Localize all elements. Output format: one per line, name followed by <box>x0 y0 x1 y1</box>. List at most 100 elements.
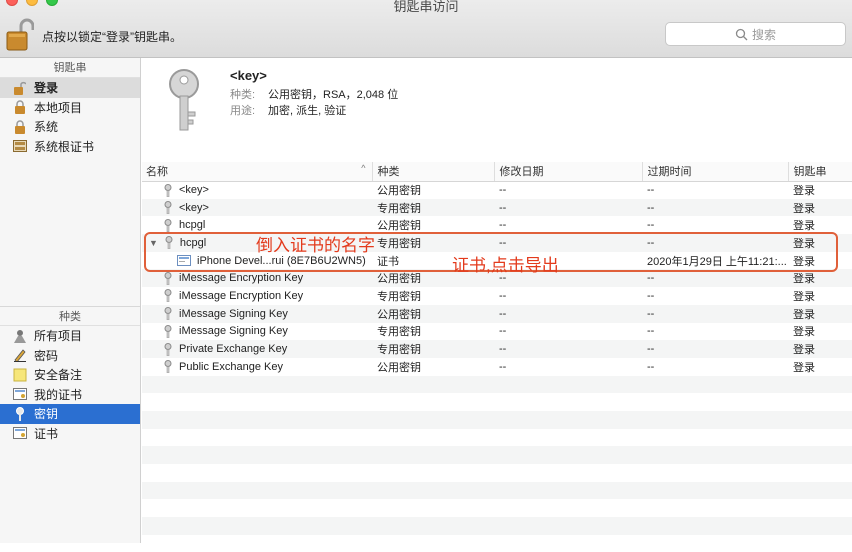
cell-expires: -- <box>642 304 788 323</box>
sidebar-item-label: 安全备注 <box>34 368 83 383</box>
cell-expires: -- <box>642 198 788 217</box>
items-table: 名称 ^ 种类 修改日期 过期时间 钥匙串 <key> 公用密钥 -- -- 登录 <key… <box>142 162 852 552</box>
sidebar-item-local[interactable]: 本地项目 <box>0 98 140 118</box>
table-row-empty <box>142 429 852 447</box>
empty-cell <box>372 535 494 552</box>
cell-kind: 专用密钥 <box>372 198 494 217</box>
empty-cell <box>142 499 372 517</box>
key-icon <box>12 406 28 422</box>
column-header-name[interactable]: 名称 ^ <box>142 162 372 182</box>
cell-name: <key> <box>142 181 372 199</box>
empty-cell <box>372 410 494 429</box>
table-row[interactable]: <key> 专用密钥 -- -- 登录 <box>142 198 852 217</box>
key-icon <box>163 183 173 197</box>
empty-cell <box>372 429 494 447</box>
empty-cell <box>142 535 372 552</box>
empty-cell <box>642 429 788 447</box>
cell-keychain: 登录 <box>793 255 815 268</box>
sidebar-item-system-roots[interactable]: 系统根证书 <box>0 137 140 157</box>
empty-cell <box>788 429 852 447</box>
sidebar-item-secure-notes[interactable]: 安全备注 <box>0 365 140 385</box>
cell-modified: -- <box>494 198 642 217</box>
column-header-expires[interactable]: 过期时间 <box>641 162 788 182</box>
empty-cell <box>142 464 372 482</box>
cell-kind: 公用密钥 <box>372 304 494 323</box>
empty-cell <box>494 517 642 535</box>
column-header-modified[interactable]: 修改日期 <box>493 162 642 182</box>
empty-cell <box>142 517 372 535</box>
table-row[interactable]: iMessage Signing Key 专用密钥 -- -- 登录 <box>142 323 852 341</box>
search-input[interactable]: 搜索 <box>665 22 846 46</box>
sidebar-item-label: 系统根证书 <box>34 139 95 154</box>
empty-cell <box>788 481 852 500</box>
key-icon <box>163 342 173 356</box>
empty-cell <box>494 499 642 517</box>
table-row-empty <box>142 499 852 517</box>
empty-cell <box>788 535 852 552</box>
empty-cell <box>642 446 788 464</box>
empty-cell <box>142 393 372 411</box>
key-icon <box>163 289 173 303</box>
kinds-header: 种类 <box>0 306 140 326</box>
cell-modified: -- <box>494 304 642 323</box>
table-row-empty <box>142 481 852 500</box>
table-row[interactable]: Private Exchange Key 专用密钥 -- -- 登录 <box>142 340 852 358</box>
lock-open-icon[interactable] <box>6 18 34 52</box>
sidebar-item-my-certificates[interactable]: 我的证书 <box>0 385 140 405</box>
cell-modified: -- <box>499 184 507 197</box>
empty-cell <box>788 410 852 429</box>
cell-name: iMessage Encryption Key <box>142 287 372 305</box>
empty-cell <box>642 375 788 394</box>
sidebar-item-system[interactable]: 系统 <box>0 117 140 137</box>
key-icon <box>163 360 173 374</box>
empty-cell <box>788 393 852 411</box>
key-icon <box>169 69 199 131</box>
table-row-empty <box>142 410 852 429</box>
empty-cell <box>142 446 372 464</box>
cell-keychain: 登录 <box>793 220 815 233</box>
cell-keychain: 登录 <box>793 290 815 303</box>
sidebar-item-label: 登录 <box>34 81 59 96</box>
cell-name: <key> <box>142 198 372 217</box>
lock-icon <box>12 99 28 115</box>
empty-cell <box>494 446 642 464</box>
cell-kind: 专用密钥 <box>372 234 494 252</box>
cell-kind: 专用密钥 <box>377 326 421 339</box>
empty-cell <box>372 464 494 482</box>
column-header-keychain[interactable]: 钥匙串 <box>787 162 852 182</box>
item-name: hcpgl <box>179 219 206 232</box>
empty-cell <box>142 410 372 429</box>
sidebar-item-certificates[interactable]: 证书 <box>0 424 140 444</box>
cell-keychain: 登录 <box>793 326 815 339</box>
table-row-empty <box>142 375 852 394</box>
table-row[interactable]: iMessage Signing Key 公用密钥 -- -- 登录 <box>142 304 852 323</box>
empty-cell <box>142 375 372 394</box>
certificate-icon <box>177 255 191 267</box>
item-name: iMessage Encryption Key <box>179 272 304 285</box>
table-row-empty <box>142 517 852 535</box>
empty-cell <box>494 535 642 552</box>
column-header-kind[interactable]: 种类 <box>371 162 494 182</box>
sidebar-item-all-items[interactable]: 所有项目 <box>0 326 140 346</box>
empty-cell <box>642 517 788 535</box>
item-usage-label: 用途: <box>230 105 256 117</box>
lock-open-icon <box>12 80 28 96</box>
sidebar-item-keys[interactable]: 密钥 <box>0 404 140 424</box>
empty-cell <box>372 499 494 517</box>
table-row[interactable]: ▼ hcpgl 专用密钥 -- -- 登录 <box>142 234 852 252</box>
cell-keychain: 登录 <box>793 361 815 374</box>
empty-cell <box>142 481 372 500</box>
sidebar-item-login[interactable]: 登录 <box>0 78 140 98</box>
table-row[interactable]: iMessage Encryption Key 专用密钥 -- -- 登录 <box>142 287 852 305</box>
table-row-empty <box>142 393 852 411</box>
disclosure-triangle-icon[interactable]: ▼ <box>149 238 158 248</box>
annotation-label-export: 证书,点击导出 <box>452 256 559 275</box>
sidebar-item-passwords[interactable]: 密码 <box>0 346 140 366</box>
table-row[interactable]: <key> 公用密钥 -- -- 登录 <box>142 181 852 199</box>
cell-modified: -- <box>499 325 507 338</box>
table-row[interactable]: hcpgl 公用密钥 -- -- 登录 <box>142 216 852 234</box>
empty-cell <box>788 464 852 482</box>
empty-cell <box>494 393 642 411</box>
pencil-icon <box>12 347 28 363</box>
table-row[interactable]: Public Exchange Key 公用密钥 -- -- 登录 <box>142 358 852 376</box>
